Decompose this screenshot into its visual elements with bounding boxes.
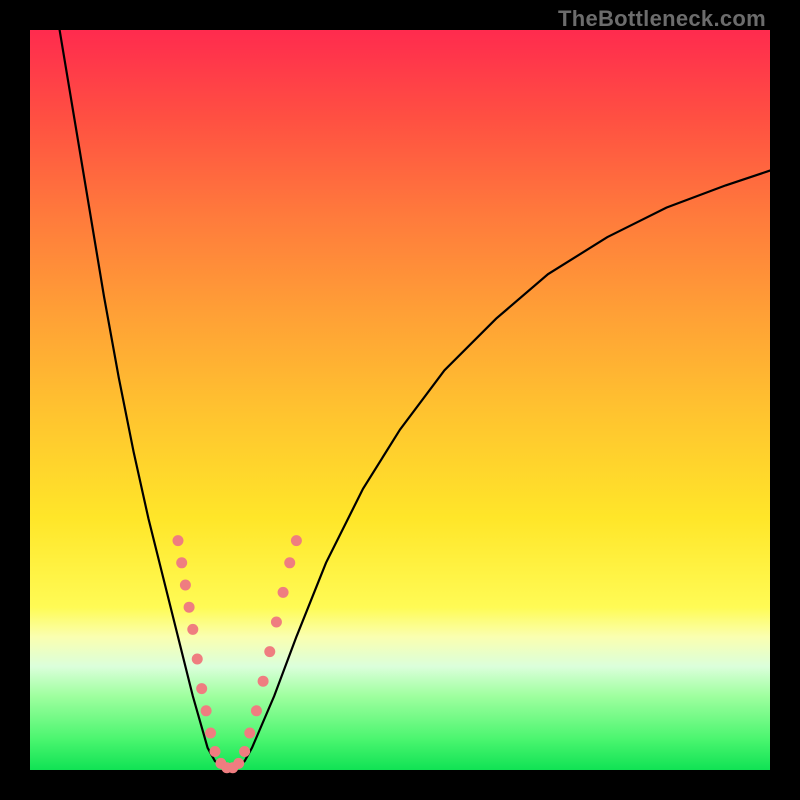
plot-area (30, 30, 770, 770)
watermark-text: TheBottleneck.com (558, 6, 766, 32)
outer-frame: TheBottleneck.com (0, 0, 800, 800)
